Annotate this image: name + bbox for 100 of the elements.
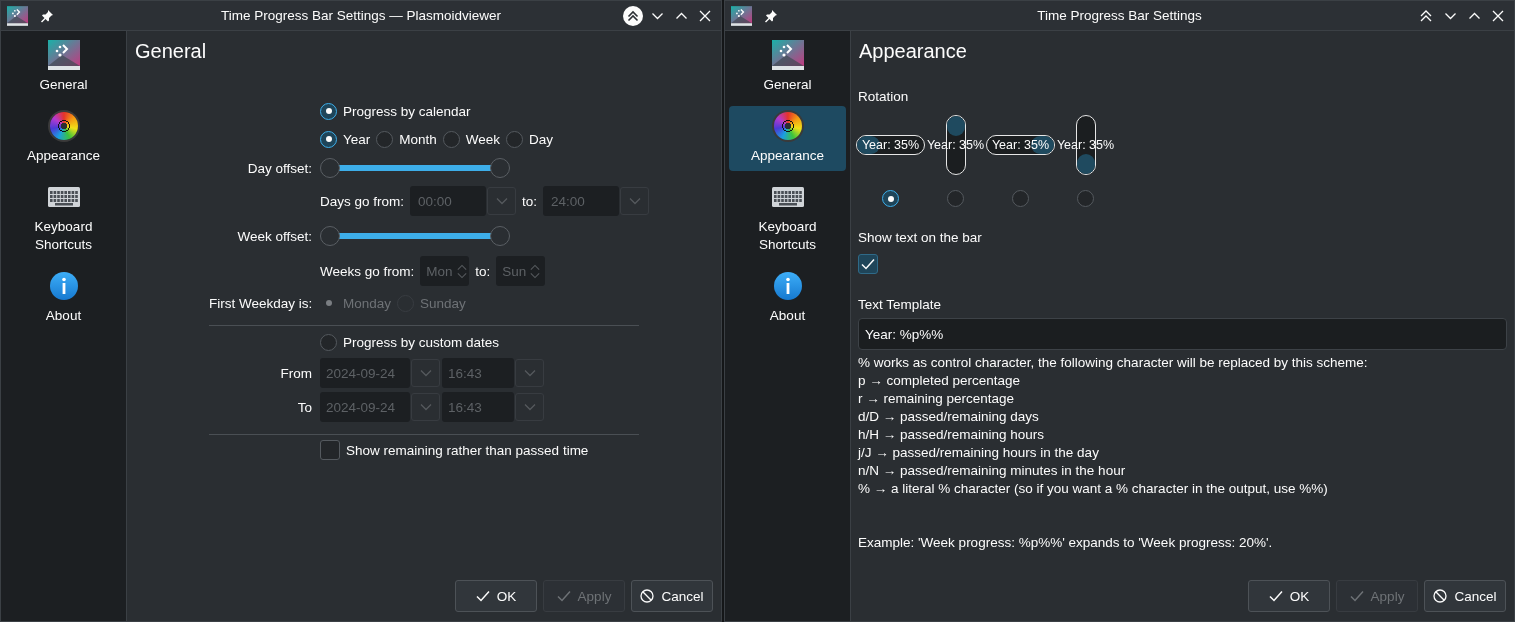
checkmark-icon [1268,590,1283,602]
color-wheel-icon [49,112,78,140]
info-icon [48,271,79,301]
help-text: r → remaining percentage [858,391,1015,406]
text-template-field[interactable]: Year: %p%% [858,318,1507,350]
sidebar-item[interactable]: Keyboard Shortcuts [729,177,846,260]
radio-button[interactable]: Month [376,130,437,148]
help-text: p → completed percentage [858,373,1021,388]
keyboard-icon [771,187,804,207]
dropdown-button[interactable] [487,187,517,215]
form-label: To [297,399,312,415]
radio-button[interactable] [882,190,899,207]
sidebar-item[interactable]: Keyboard Shortcuts [5,177,122,260]
page-heading: General [135,39,207,64]
radio-button[interactable]: Week [442,130,501,148]
form-label: First Weekday is: [209,295,313,311]
help-text: n/N → passed/remaining minutes in the hour [858,463,1126,478]
pin-icon [764,8,778,23]
help-text: % works as control character, the following character will be replaced by this scheme: [858,355,1368,370]
chevron-down-icon [523,403,536,411]
spin-down-icon [530,271,541,279]
radio-button[interactable] [1012,190,1029,207]
preview-text: Year: 35% [861,138,920,152]
preview-text: Year: 35% [991,138,1050,152]
dropdown-button[interactable] [515,359,544,387]
pin-icon [40,8,54,23]
checkmark-icon [1349,590,1364,602]
form-label: Week offset: [237,228,312,244]
sidebar-item[interactable]: About [5,266,122,331]
example-text: Example: 'Week progress: %p%%' expands to 'Week progress: 20%'. [858,535,1273,550]
slider-handle[interactable] [490,226,510,246]
sidebar-item[interactable]: General [729,35,846,100]
double-chevron-up-icon [623,5,643,26]
slider-handle[interactable] [320,226,340,246]
radio-button[interactable] [1077,190,1094,207]
form-label: From [280,365,312,381]
chevron-down-icon [650,11,664,20]
chevron-down-icon [523,369,536,377]
color-wheel-icon [773,112,802,140]
progress-bar-preview[interactable]: Year: 35% [858,115,923,175]
form-label: Days go from: [320,193,405,209]
progress-bar-preview[interactable]: Year: 35% [988,115,1053,175]
spin-down-icon [456,271,467,279]
keyboard-icon [47,187,80,207]
chevron-up-icon [1467,11,1481,20]
section-label: Text Template [858,296,942,314]
checkbox[interactable] [858,254,878,274]
sidebar-item[interactable]: About [729,266,846,331]
chevron-down-icon [419,403,432,411]
help-text: h/H → passed/remaining hours [858,427,1045,442]
chevron-up-icon [674,11,688,20]
radio-button[interactable]: Day [506,130,554,148]
cancel-icon [1433,589,1448,603]
chevron-down-icon [1443,11,1457,20]
sidebar-item[interactable]: Appearance [5,106,122,171]
app-icon [7,5,28,26]
info-icon [772,271,803,301]
range-slider[interactable] [320,158,510,178]
form-label: to: [475,263,491,279]
help-text: % → a literal % character (so if you want a % character in the output, use %%) [858,481,1328,496]
ok-button[interactable]: OK [455,580,537,612]
close-icon [699,9,711,22]
form-label: to: [522,193,538,209]
section-label: Rotation [858,88,909,106]
dropdown-button[interactable] [411,359,440,387]
range-slider[interactable] [320,226,510,246]
checkmark-icon [475,590,490,602]
checkbox[interactable]: Show remaining rather than passed time [320,440,589,460]
spin-up-icon [456,263,467,271]
keep-above-button[interactable] [623,5,643,26]
form-label: Day offset: [247,160,312,176]
radio-button[interactable]: Progress by custom dates [320,333,500,351]
radio-button[interactable]: Progress by calendar [320,102,471,120]
dropdown-button[interactable] [515,393,544,421]
slider-handle[interactable] [320,158,340,178]
sidebar-item[interactable]: General [5,35,122,100]
help-text: d/D → passed/remaining days [858,409,1039,424]
window-title: Time Progress Bar Settings — Plasmoidviewer [220,8,502,23]
dropdown-button[interactable] [620,187,650,215]
window-title: Time Progress Bar Settings [1037,8,1202,23]
dropdown-button[interactable] [411,393,440,421]
cancel-icon [640,589,655,603]
radio-button[interactable]: Year [320,130,371,148]
section-label: Show text on the bar [858,229,982,247]
app-icon [47,40,80,70]
page-heading: Appearance [859,39,967,64]
ok-button[interactable]: OK [1248,580,1330,612]
cancel-button[interactable]: Cancel [1424,580,1506,612]
slider-handle[interactable] [490,158,510,178]
radio-button[interactable] [947,190,964,207]
close-icon [1492,9,1504,22]
spin-up-icon [530,263,541,271]
chevron-down-icon [419,369,432,377]
cancel-button[interactable]: Cancel [631,580,713,612]
form-label: Weeks go from: [320,263,415,279]
help-text: j/J → passed/remaining hours in the day [858,445,1099,460]
app-icon [771,40,804,70]
sidebar-item[interactable]: Appearance [729,106,846,171]
chevron-down-icon [628,197,641,205]
checkmark-icon [556,590,571,602]
